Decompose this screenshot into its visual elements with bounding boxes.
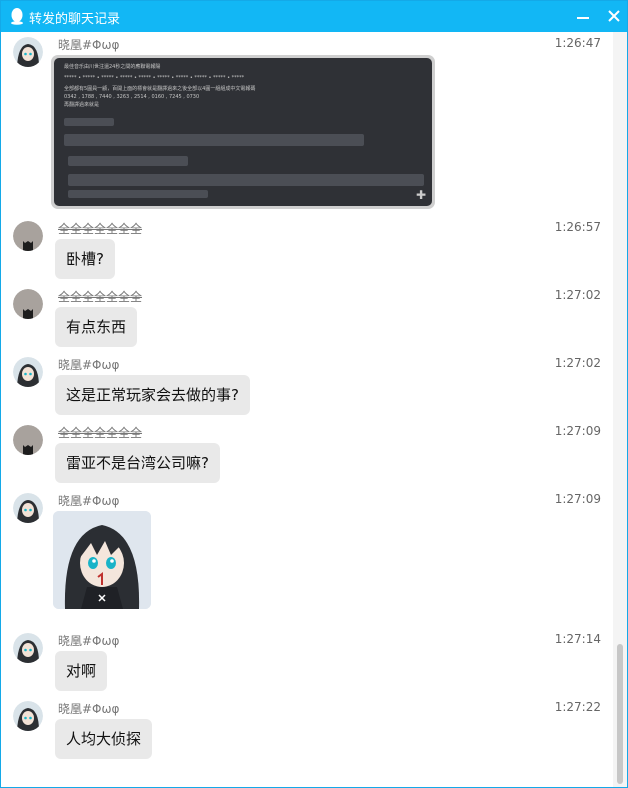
scrollbar-thumb[interactable]: [617, 644, 623, 784]
image-text-line: ***** • ***** • ***** • ***** • ***** • …: [64, 75, 245, 81]
sender-nickname: 全全全全全全全: [58, 290, 143, 304]
anime-avatar[interactable]: [13, 493, 43, 523]
message-time: 1:26:57: [554, 220, 601, 234]
qq-penguin-icon: [11, 8, 23, 25]
window-title: 转发的聊天记录: [29, 12, 121, 27]
message-bubble[interactable]: 对啊: [55, 651, 108, 691]
blurred-region: [64, 118, 114, 126]
blurred-region: [68, 174, 424, 186]
anime-avatar[interactable]: [13, 701, 43, 731]
image-text-line: 再翻譯過來就是: [64, 102, 100, 108]
message-bubble[interactable]: 这是正常玩家会去做的事?: [55, 375, 250, 415]
blurred-region: [64, 134, 364, 146]
close-button[interactable]: [604, 6, 624, 26]
message-bubble[interactable]: 雷亚不是台湾公司嘛?: [55, 443, 220, 483]
minimize-icon: [577, 17, 589, 19]
screenshot-image[interactable]: 最佳音乐由川世注還24秒之間的應聯電報陽 ***** • ***** • ***…: [51, 55, 435, 209]
message-time: 1:27:02: [554, 356, 601, 370]
anime-avatar[interactable]: [13, 37, 43, 67]
close-icon: [608, 10, 620, 22]
chat-history-window: 转发的聊天记录 晓凰#Φωφ 1:26:47 最佳音乐由川世注還24秒之間的應聯…: [0, 0, 628, 788]
blurred-region: [68, 156, 188, 166]
cat-avatar[interactable]: [13, 425, 43, 455]
anime-sticker-image[interactable]: [53, 511, 151, 609]
message-bubble[interactable]: 卧槽?: [55, 239, 115, 279]
message-time: 1:27:22: [554, 700, 601, 714]
sender-nickname: 全全全全全全全: [58, 222, 143, 236]
image-text-line: 最佳音乐由川世注還24秒之間的應聯電報陽: [64, 64, 161, 70]
message-time: 1:26:47: [554, 36, 601, 50]
message-bubble[interactable]: 人均大侦探: [55, 719, 153, 759]
expand-icon: ✚: [415, 188, 426, 202]
message-time: 1:27:02: [554, 288, 601, 302]
cat-avatar[interactable]: [13, 221, 43, 251]
minimize-button[interactable]: [573, 6, 593, 26]
sender-nickname: 晓凰#Φωφ: [58, 702, 120, 716]
sender-nickname: 晓凰#Φωφ: [58, 494, 120, 508]
vertical-scrollbar[interactable]: [613, 32, 627, 787]
message-list: 晓凰#Φωφ 1:26:47 最佳音乐由川世注還24秒之間的應聯電報陽 ****…: [1, 32, 613, 787]
image-text-line: 全部都有5圓員一顧，百開上面的標會就是翻譯過來之後全部以4圓一組組成中文電報碼: [64, 86, 256, 92]
message-time: 1:27:09: [554, 424, 601, 438]
title-bar: 转发的聊天记录: [1, 1, 627, 32]
sender-nickname: 晓凰#Φωφ: [58, 358, 120, 372]
cat-avatar[interactable]: [13, 289, 43, 319]
anime-avatar[interactable]: [13, 633, 43, 663]
sender-nickname: 晓凰#Φωφ: [58, 38, 120, 52]
sender-nickname: 晓凰#Φωφ: [58, 634, 120, 648]
message-time: 1:27:14: [554, 632, 601, 646]
anime-avatar[interactable]: [13, 357, 43, 387]
message-time: 1:27:09: [554, 492, 601, 506]
image-text-line: 0342 , 1788 , 7440 , 3263 , 2514 , 0160 …: [64, 94, 200, 100]
message-bubble[interactable]: 有点东西: [55, 307, 138, 347]
blurred-region: [68, 190, 208, 198]
sender-nickname: 全全全全全全全: [58, 426, 143, 440]
